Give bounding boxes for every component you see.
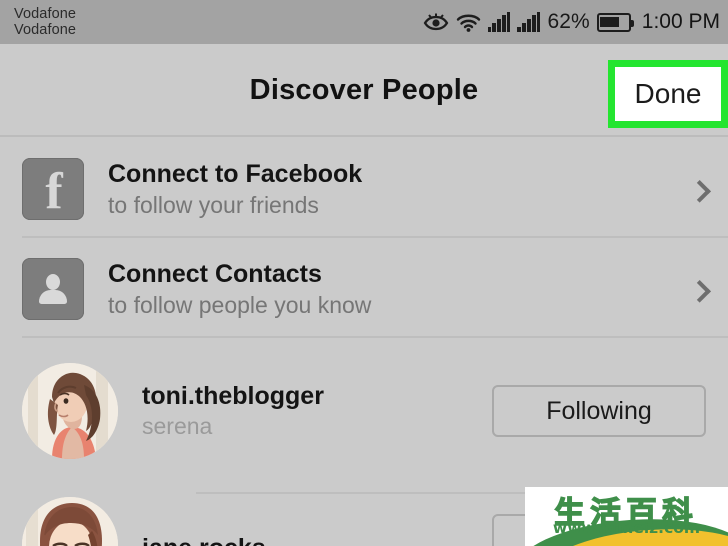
facebook-f-glyph: f: [45, 163, 63, 220]
connect-facebook-text: Connect to Facebook to follow your frien…: [108, 160, 362, 219]
connect-contacts-title: Connect Contacts: [108, 259, 322, 288]
done-button-label: Done: [634, 78, 702, 109]
connect-facebook-subtitle: to follow your friends: [108, 191, 319, 218]
clock-label: 1:00 PM: [641, 10, 720, 33]
user-fullname: serena: [142, 413, 213, 439]
phone-screen: Vodafone Vodafone 62% 1:00 PM Discover P…: [0, 0, 728, 546]
header-divider: [0, 135, 728, 137]
user-text: toni.theblogger serena: [142, 382, 324, 440]
done-button[interactable]: Done: [608, 60, 728, 128]
chevron-right-icon: [688, 180, 711, 203]
person-body: [39, 290, 67, 304]
carrier-line-1: Vodafone: [14, 5, 77, 22]
connect-contacts-subtitle: to follow people you know: [108, 291, 372, 318]
contacts-person-icon: [22, 258, 84, 320]
avatar[interactable]: [22, 363, 118, 459]
connect-facebook-title: Connect to Facebook: [108, 159, 363, 188]
person-head: [46, 274, 60, 290]
connect-contacts-row[interactable]: Connect Contacts to follow people you kn…: [0, 240, 728, 338]
watermark: 生活百科 www.bimeiz.com: [525, 487, 728, 546]
row-divider: [22, 236, 728, 238]
watermark-url: www.bimeiz.com: [552, 519, 701, 537]
user-username: toni.theblogger: [142, 382, 324, 410]
carrier-line-2: Vodafone: [14, 22, 77, 38]
connect-facebook-row[interactable]: f Connect to Facebook to follow your fri…: [0, 140, 728, 238]
battery-icon: [596, 12, 634, 32]
user-row[interactable]: toni.theblogger serena Following: [0, 356, 728, 466]
signal-icon: [517, 11, 541, 32]
avatar[interactable]: [22, 497, 118, 546]
status-bar: Vodafone Vodafone 62% 1:00 PM: [0, 0, 728, 44]
chevron-right-icon: [688, 280, 711, 303]
following-button[interactable]: Following: [492, 385, 706, 437]
row-divider: [22, 336, 728, 338]
person-glyph: [38, 272, 68, 306]
user-username: jane.rocks: [142, 534, 266, 546]
carrier-label: Vodafone Vodafone: [14, 6, 76, 38]
page-title: Discover People: [249, 73, 479, 106]
following-button-label: Following: [546, 396, 652, 425]
status-icon-tray: 62% 1:00 PM: [423, 0, 720, 44]
wifi-icon: [456, 14, 480, 32]
battery-percent-label: 62%: [547, 10, 590, 33]
facebook-icon: f: [22, 158, 84, 220]
user-text: jane.rocks: [142, 534, 266, 546]
signal-icon: [487, 11, 511, 32]
eye-icon: [423, 13, 448, 31]
connect-contacts-text: Connect Contacts to follow people you kn…: [108, 260, 371, 319]
